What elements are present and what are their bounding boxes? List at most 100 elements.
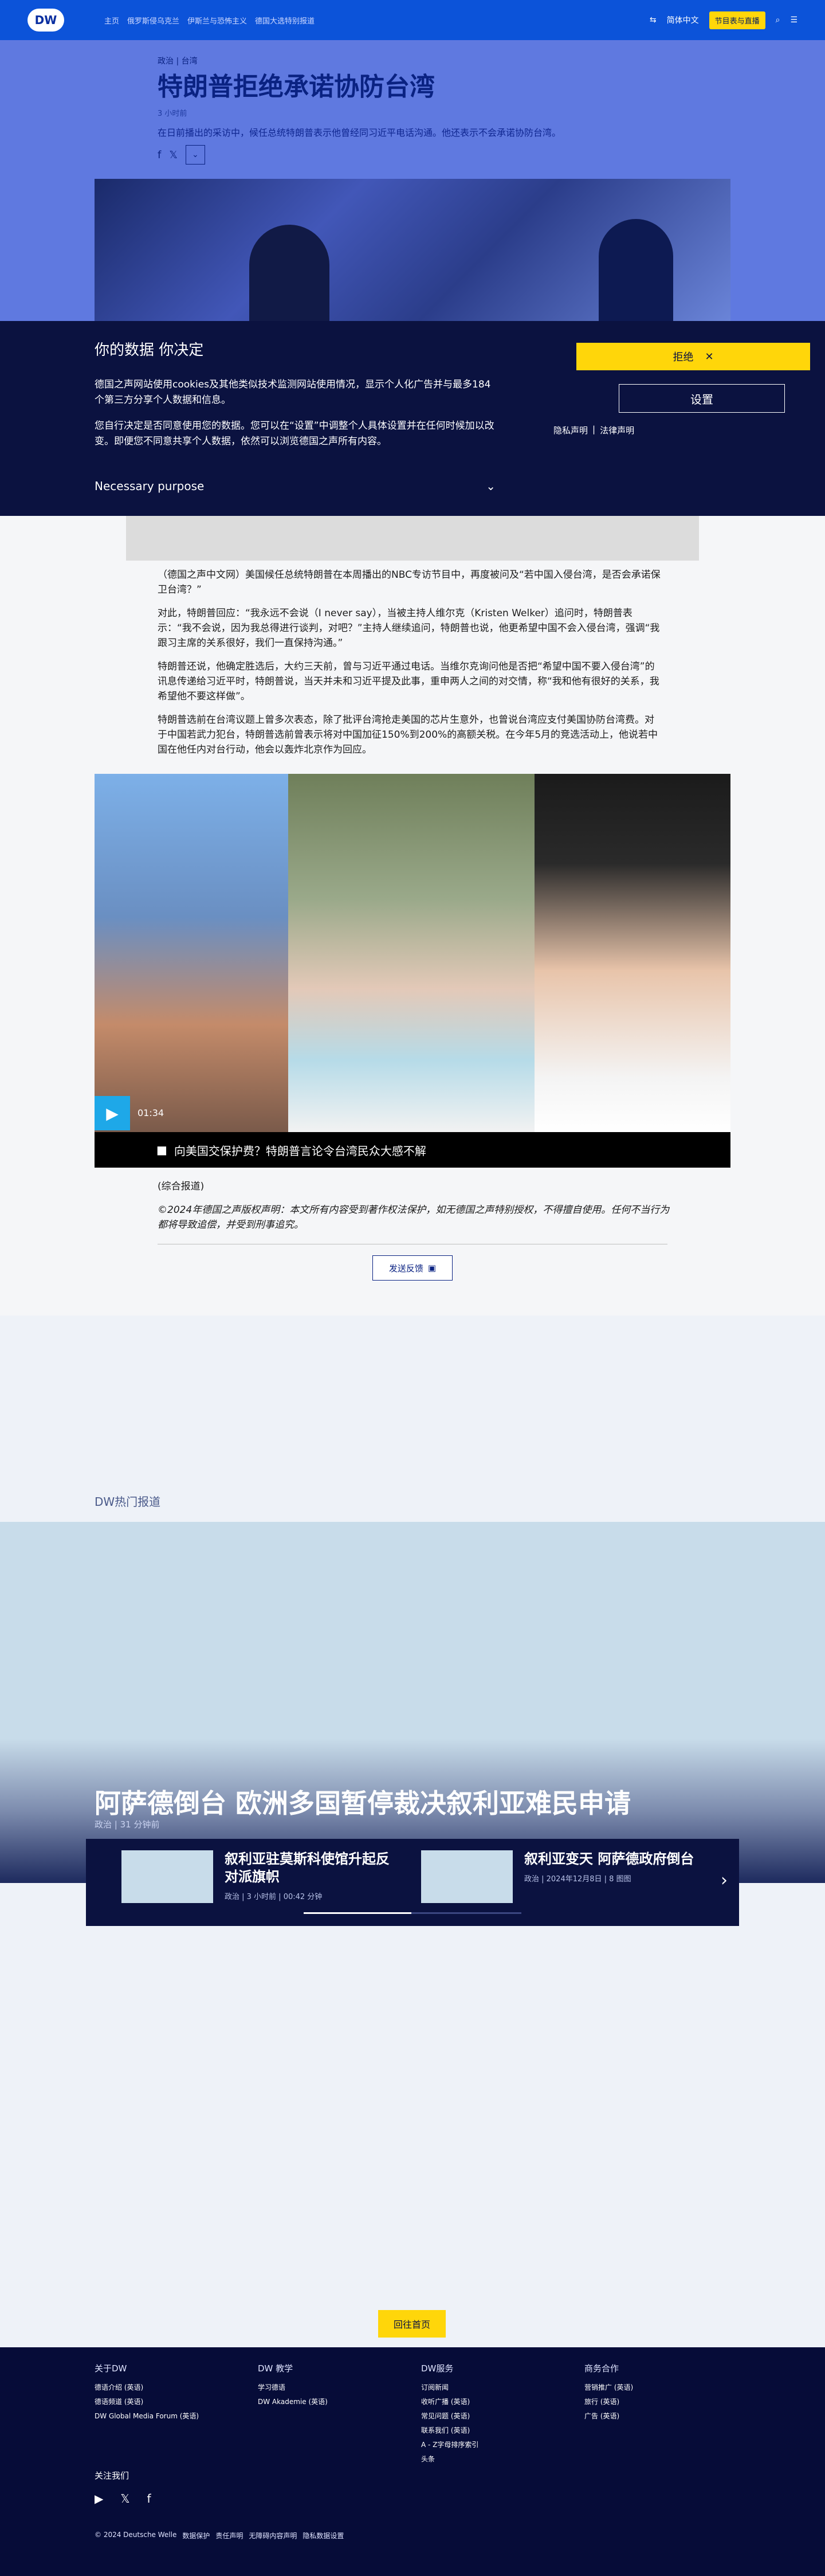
card-title: 叙利亚驻莫斯科使馆升起反对派旗帜 [225,1851,390,1885]
nav-link-home[interactable]: 主页 [104,15,119,26]
footer-heading: DW 教学 [258,2363,293,2374]
settings-button[interactable]: 设置 [619,384,785,413]
top-navigation: DW 主页 俄罗斯侵乌克兰 伊斯兰与恐怖主义 德国大选特别报道 ⇆ 简体中文 节… [0,0,825,40]
footer-link[interactable]: A - Z字母排序索引 [421,2440,570,2449]
video-caption: ■ 向美国交保护费？特朗普言论令台湾民众大感不解 [95,1132,730,1168]
paragraph: 对此，特朗普回应：“我永远不会说（I never say），当被主持人维尔克（K… [158,607,660,649]
x-icon[interactable]: 𝕏 [120,2492,129,2505]
footer-heading: DW服务 [421,2363,454,2374]
video-player[interactable] [95,774,730,1132]
image-placeholder [126,516,699,561]
consent-links: 隐私声明 | 法律声明 [553,424,634,436]
paragraph: 特朗普还说，他确定胜选后，大约三天前，曾与习近平通过电话。当维尔克询问他是否把“… [158,660,659,703]
footer-column: 商务合作 营销推广 (英语) 旅行 (英语) 广告 (英语) [584,2362,733,2425]
footer-link[interactable]: 德语介绍 (英语) [95,2382,243,2392]
footer-link[interactable]: DW Global Media Forum (英语) [95,2411,243,2421]
hot-topics-label: DW热门报道 [95,1495,161,1509]
share-more-icon[interactable]: ⌄ [185,145,205,165]
footer-link[interactable]: 联系我们 (英语) [421,2425,570,2435]
teaser-title[interactable]: 阿萨德倒台 欧洲多国暂停裁决叙利亚难民申请 [95,1783,631,1821]
feedback-label: 发送反馈 [388,1263,423,1274]
consent-title: 你的数据 你决定 [95,342,204,359]
cookie-consent-banner: 你的数据 你决定 德国之声网站使用cookies及其他类似技术监测网站使用情况，… [0,321,825,516]
chevron-right-icon[interactable]: › [721,1870,728,1890]
nav-link-ukraine[interactable]: 俄罗斯侵乌克兰 [127,15,179,26]
share-row: f 𝕏 ⌄ [158,145,205,165]
footer-column: 关于DW 德语介绍 (英语) 德语频道 (英语) DW Global Media… [95,2362,243,2425]
footer-link[interactable]: 学习德语 [258,2382,407,2392]
social-links: ▶ 𝕏 f [95,2492,151,2505]
teaser-meta: 政治 | 31 分钟前 [95,1819,160,1830]
footer-column: DW 教学 学习德语 DW Akademie (英语) [258,2362,407,2411]
search-icon[interactable]: ⌕ [776,15,780,25]
footer-link[interactable]: DW Akademie (英语) [258,2397,407,2406]
legal-link[interactable]: 法律声明 [600,424,634,436]
article-kicker[interactable]: 政治 | 台湾 [158,55,673,66]
copyright: © 2024 Deutsche Welle [95,2531,177,2539]
chevron-down-icon: ⌄ [486,479,496,493]
youtube-icon[interactable]: ▶ [95,2492,103,2505]
legal-link[interactable]: 隐私数据设置 [302,2531,344,2540]
card-meta: 政治 | 3 小时前 | 00:42 分钟 [225,1893,323,1902]
footer-link[interactable]: 常见问题 (英语) [421,2411,570,2421]
video-duration: 01:34 [138,1107,164,1118]
reject-button[interactable]: 拒绝 ✕ [576,343,810,370]
facebook-icon[interactable]: f [158,149,161,161]
card-thumbnail [121,1850,213,1903]
reject-label: 拒绝 [673,351,694,363]
necessary-purpose-toggle[interactable]: Necessary purpose ⌄ [95,479,496,493]
video-icon: ■ [156,1143,167,1157]
play-button[interactable]: ▶ [95,1096,130,1130]
footer-column: DW服务 订阅新闻 收听广播 (英语) 常见问题 (英语) 联系我们 (英语) … [421,2362,570,2468]
source-note: (综合报道) [158,1181,205,1192]
privacy-link[interactable]: 隐私声明 [553,424,588,436]
legal-link[interactable]: 责任声明 [215,2531,243,2540]
legal-link[interactable]: 数据保护 [182,2531,210,2540]
carousel-card[interactable]: 叙利亚驻莫斯科使馆升起反对派旗帜 政治 | 3 小时前 | 00:42 分钟 [121,1850,396,1903]
main-nav: 主页 俄罗斯侵乌克兰 伊斯兰与恐怖主义 德国大选特别报道 [104,15,315,26]
video-frame-panel [535,774,730,1132]
video-caption-text: 向美国交保护费？特朗普言论令台湾民众大感不解 [174,1144,426,1158]
footer-heading: 商务合作 [584,2363,619,2374]
footer-heading: 关于DW [95,2363,127,2374]
footer-link[interactable]: 营销推广 (英语) [584,2382,733,2392]
card-meta: 政治 | 2024年12月8日 | 8 图图 [524,1875,631,1884]
video-frame-panel [95,774,288,1132]
back-to-home-button[interactable]: 回往首页 [378,2310,446,2338]
nav-link-islam[interactable]: 伊斯兰与恐怖主义 [187,15,247,26]
hero-figure [599,219,673,321]
menu-icon[interactable]: ☰ [790,15,798,25]
nav-link-election[interactable]: 德国大选特别报道 [255,15,315,26]
article-header: 政治 | 台湾 特朗普拒绝承诺协防台湾 3 小时前 在日前播出的采访中，候任总统… [158,55,673,139]
footer-link[interactable]: 订阅新闻 [421,2382,570,2392]
video-frame-panel [288,774,535,1132]
card-title: 叙利亚变天 阿萨德政府倒台 [524,1851,694,1867]
facebook-icon[interactable]: f [147,2492,151,2505]
footer-link[interactable]: 头条 [421,2454,570,2464]
carousel-card[interactable]: 叙利亚变天 阿萨德政府倒台 政治 | 2024年12月8日 | 8 图图 [421,1850,696,1903]
carousel-progress-fill [304,1912,411,1914]
copyright-note: ©2024年德国之声版权声明：本文所有内容受到著作权法保护，如无德国之声特别授权… [158,1204,670,1231]
purpose-label: Necessary purpose [95,479,205,493]
article-lead: 在日前播出的采访中，候任总统特朗普表示他曾经同习近平电话沟通。他还表示不会承诺协… [158,127,561,138]
consent-text: 德国之声网站使用cookies及其他类似技术监测网站使用情况，显示个人化广告并与… [95,379,491,406]
footer-link[interactable]: 旅行 (英语) [584,2397,733,2406]
x-icon[interactable]: 𝕏 [169,149,178,161]
legal-link[interactable]: 无障碍内容声明 [249,2531,297,2540]
paragraph: （德国之声中文网）美国候任总统特朗普在本周播出的NBC专访节目中，再度被问及“若… [158,569,661,596]
feedback-button[interactable]: 发送反馈 ▣ [372,1255,453,1281]
live-button[interactable]: 节目表与直播 [709,11,765,29]
language-selector[interactable]: 简体中文 [667,14,699,26]
nav-right: ⇆ 简体中文 节目表与直播 ⌕ ☰ [650,11,798,29]
dw-logo[interactable]: DW [28,9,64,32]
language-icon[interactable]: ⇆ [650,15,657,25]
footer-link[interactable]: 德语频道 (英语) [95,2397,243,2406]
footer-link[interactable]: 广告 (英语) [584,2411,733,2421]
footer-link[interactable]: 收听广播 (英语) [421,2397,570,2406]
consent-text: 您自行决定是否同意使用您的数据。您可以在“设置”中调整个人具体设置并在任何时候加… [95,420,494,448]
paragraph: 特朗普选前在台湾议题上曾多次表态，除了批评台湾抢走美国的芯片生意外，也曾说台湾应… [158,714,658,756]
footer: 关于DW 德语介绍 (英语) 德语频道 (英语) DW Global Media… [0,2347,825,2576]
article-text: （德国之声中文网）美国候任总统特朗普在本周播出的NBC专访节目中，再度被问及“若… [158,567,662,766]
close-icon: ✕ [705,350,714,362]
hero-image [95,179,730,321]
